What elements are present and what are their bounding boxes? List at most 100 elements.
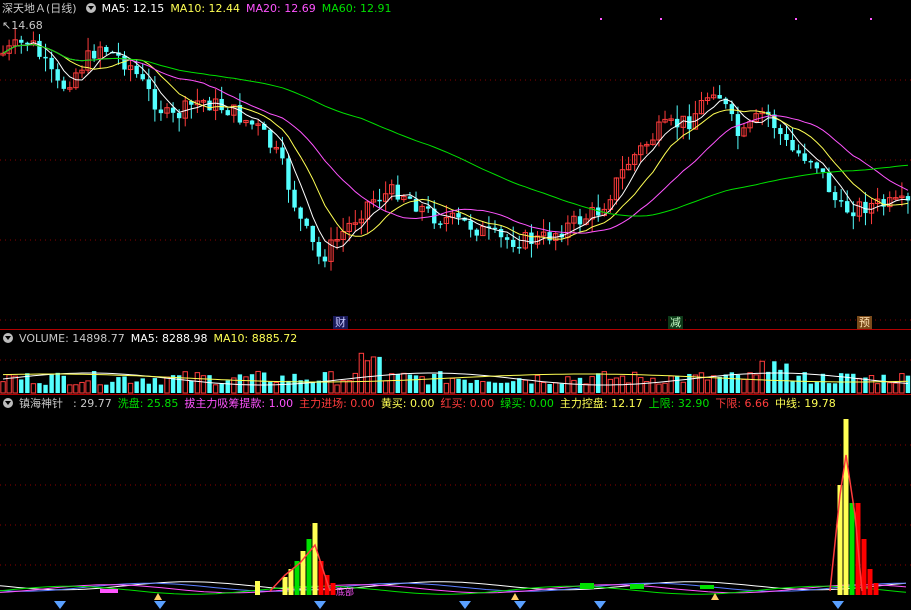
- indicator-bar: [306, 539, 312, 595]
- volume-bar: [249, 374, 255, 393]
- volume-bar: [49, 374, 54, 393]
- volume-bar: [67, 384, 73, 394]
- candle-body: [468, 220, 473, 230]
- candle-body: [91, 50, 97, 59]
- volume-bar: [601, 371, 607, 394]
- volume-bar: [571, 379, 577, 394]
- volume-bar: [432, 373, 437, 393]
- volume-bar: [826, 383, 832, 393]
- high-arrow-icon: ↖: [2, 19, 12, 32]
- volume-bar: [334, 384, 340, 394]
- volume-bar: [492, 382, 498, 393]
- candle-body: [152, 89, 158, 110]
- volume-bar: [212, 384, 219, 394]
- candle-body: [504, 237, 510, 240]
- volume-bar: [6, 374, 12, 394]
- volume-bar: [772, 361, 777, 393]
- volume-bar: [704, 379, 711, 394]
- volume-panel[interactable]: VOLUME: 14898.77 MA5: 8288.98 MA10: 8885.7…: [0, 330, 911, 394]
- candle-body: [310, 225, 315, 243]
- signal-dot: [870, 18, 872, 20]
- volume-bar: [874, 383, 881, 394]
- volume-bar: [710, 375, 717, 394]
- candle-body: [851, 212, 856, 217]
- volume-bar: [692, 374, 699, 394]
- volume-bar: [613, 377, 620, 394]
- volume-bar: [553, 382, 559, 394]
- volume-bar: [352, 372, 358, 394]
- signal-dot: [660, 18, 662, 20]
- volume-bar: [85, 380, 91, 394]
- volume-bar: [717, 376, 722, 393]
- settings-gear-icon[interactable]: [3, 333, 13, 343]
- indicator-bar: [867, 569, 873, 595]
- settings-gear-icon[interactable]: [3, 398, 13, 408]
- price-chart[interactable]: [0, 0, 911, 330]
- indicator-block: [580, 583, 594, 589]
- event-marker-yu[interactable]: 预: [857, 316, 872, 330]
- candle-body: [820, 168, 826, 172]
- volume-bar: [577, 377, 583, 393]
- volume-bar: [468, 382, 473, 393]
- volume-bar: [200, 375, 207, 394]
- volume-bar: [225, 380, 230, 393]
- volume-bar: [559, 383, 564, 393]
- volume-bar: [887, 382, 893, 394]
- signal-diamond-icon: [832, 601, 844, 609]
- signal-diamond-icon: [314, 601, 326, 609]
- volume-bar: [30, 383, 37, 394]
- ma5-label: MA5: 12.15: [101, 2, 165, 15]
- candle-body: [158, 109, 164, 114]
- candle-body: [316, 242, 322, 257]
- volume-bar: [194, 372, 201, 394]
- volume-bar: [480, 380, 486, 394]
- candle-body: [322, 256, 328, 262]
- volume-bar: [698, 372, 705, 394]
- volume-bar: [273, 382, 280, 394]
- signal-dot: [600, 18, 602, 20]
- ma60-label: MA60: 12.91: [321, 2, 392, 15]
- indicator-bar: [282, 577, 288, 595]
- volume-bar: [158, 384, 164, 393]
- volume-bar: [498, 382, 504, 393]
- event-marker-cai[interactable]: 财: [333, 316, 348, 330]
- signal-dot: [795, 18, 797, 20]
- signal-arrow-icon: [154, 593, 162, 600]
- settings-gear-icon[interactable]: [85, 3, 96, 13]
- volume-bar: [219, 383, 224, 393]
- indicator-chart[interactable]: [0, 395, 911, 610]
- hongmai-label: 红买: 0.00: [440, 397, 495, 410]
- price-panel[interactable]: 深天地Ａ(日线) MA5: 12.15 MA10: 12.44 MA20: 12.69…: [0, 0, 911, 330]
- volume-bar: [814, 382, 820, 393]
- volume-bar: [261, 372, 267, 393]
- volume-bar: [753, 374, 759, 394]
- candle-body: [377, 199, 382, 202]
- volume-bar: [104, 384, 109, 393]
- volume-bar: [164, 376, 170, 394]
- candle-body: [292, 189, 297, 208]
- volume-bar: [456, 378, 461, 393]
- candle-body: [474, 229, 479, 236]
- candle-body: [104, 46, 109, 52]
- volume-bar: [255, 370, 261, 394]
- indicator-panel[interactable]: 镇海神针: 29.77 洗盘: 25.85 拔主力吸筹提款: 1.00 主力进场: 0…: [0, 395, 911, 610]
- candle-body: [249, 120, 255, 125]
- volume-bar: [413, 375, 419, 393]
- candle-body: [808, 160, 813, 163]
- candle-body: [438, 223, 443, 225]
- volume-bar: [759, 360, 765, 394]
- lvmai-label: 绿买: 0.00: [500, 397, 554, 410]
- candle-body: [838, 200, 844, 202]
- volume-bar: [443, 382, 450, 394]
- candle-body: [49, 57, 54, 70]
- volume-bar: [97, 384, 103, 394]
- volume-bar: [401, 372, 407, 394]
- event-marker-jian[interactable]: 减: [668, 316, 683, 330]
- xiaxian-label: 下限: 6.66: [715, 397, 770, 410]
- candle-body: [146, 79, 151, 90]
- candle-body: [845, 201, 850, 213]
- volume-bar: [893, 382, 899, 394]
- volume-bar: [662, 382, 668, 394]
- volume-bar: [61, 375, 66, 393]
- volume-bar: [389, 373, 395, 394]
